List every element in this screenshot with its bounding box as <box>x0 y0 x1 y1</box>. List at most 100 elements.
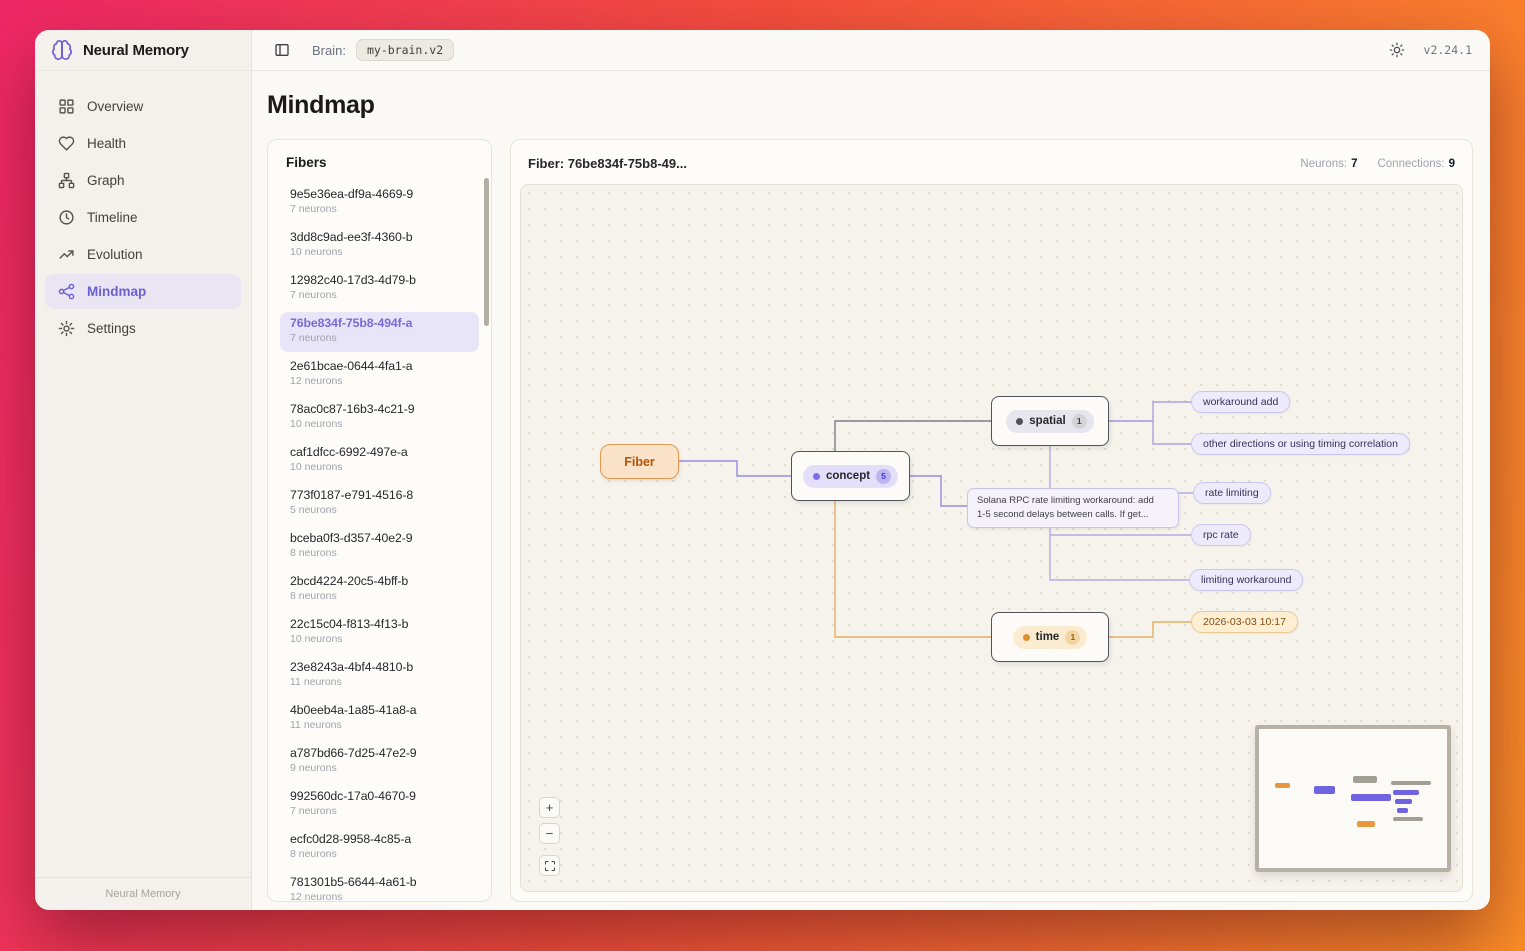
minimap-bar <box>1275 783 1290 788</box>
minimap-bar <box>1353 776 1377 783</box>
sidebar-item-mindmap[interactable]: Mindmap <box>45 274 241 309</box>
app-title: Neural Memory <box>83 41 189 59</box>
zoom-out-button[interactable]: − <box>539 823 560 844</box>
grid-icon <box>59 99 74 114</box>
sidebar-item-health[interactable]: Health <box>45 126 241 161</box>
sidebar-item-timeline[interactable]: Timeline <box>45 200 241 235</box>
time-node[interactable]: time 1 <box>991 612 1109 662</box>
concept-pill: concept 5 <box>802 464 899 488</box>
maximize-icon <box>544 860 555 871</box>
fiber-root-node[interactable]: Fiber <box>600 444 679 479</box>
spatial-node[interactable]: spatial 1 <box>991 396 1109 446</box>
concept-label: concept <box>825 470 871 482</box>
fiber-item[interactable]: 2bcd4224-20c5-4bff-b 8 neurons <box>280 570 479 610</box>
leaf-node[interactable]: workaround add <box>1191 391 1291 413</box>
fiber-item[interactable]: 9e5e36ea-df9a-4669-9 7 neurons <box>280 183 479 223</box>
fiber-neuron-count: 9 neurons <box>290 762 337 774</box>
connections-stat: Connections: 9 <box>1377 158 1455 170</box>
sidebar-item-evolution[interactable]: Evolution <box>45 237 241 272</box>
logo: Neural Memory <box>35 30 251 71</box>
sun-icon <box>1389 42 1404 58</box>
fiber-item[interactable]: 4b0eeb4a-1a85-41a8-a 11 neurons <box>280 699 479 739</box>
leaf-node[interactable]: rpc rate <box>1191 524 1251 546</box>
time-pill: time 1 <box>1012 625 1088 649</box>
panels-row: Fibers 9e5e36ea-df9a-4669-9 7 neurons 3dd8… <box>267 139 1473 902</box>
fiber-item[interactable]: 773f0187-e791-4516-8 5 neurons <box>280 484 479 524</box>
minimap[interactable] <box>1255 725 1451 872</box>
fiber-neuron-count: 7 neurons <box>290 332 337 344</box>
fiber-neuron-count: 10 neurons <box>290 418 343 430</box>
fiber-item[interactable]: 78ac0c87-16b3-4c21-9 10 neurons <box>280 398 479 438</box>
spatial-count-badge: 1 <box>1071 413 1087 429</box>
fiber-item[interactable]: 76be834f-75b8-494f-a 7 neurons <box>280 312 479 352</box>
sidebar-item-label: Timeline <box>87 210 138 225</box>
fiber-item[interactable]: 23e8243a-4bf4-4810-b 11 neurons <box>280 656 479 696</box>
fiber-neuron-count: 7 neurons <box>290 805 337 817</box>
panel-left-icon <box>275 44 289 56</box>
sidebar-footer: Neural Memory <box>35 877 251 910</box>
main-area: Brain: my-brain.v2 v2.24.1 Mindmap Fiber… <box>252 30 1490 910</box>
fiber-id: 22c15c04-f813-4f13-b <box>290 617 409 631</box>
sidebar-item-label: Overview <box>87 99 144 114</box>
fiber-item[interactable]: a787bd66-7d25-47e2-9 9 neurons <box>280 742 479 782</box>
scrollbar-thumb[interactable] <box>484 178 489 326</box>
leaf-node[interactable]: limiting workaround <box>1189 569 1304 591</box>
minimap-bar <box>1314 786 1335 794</box>
fiber-item[interactable]: 781301b5-6644-4a61-b 12 neurons <box>280 871 479 902</box>
minimap-bar <box>1395 799 1412 804</box>
fiber-item[interactable]: caf1dfcc-6992-497e-a 10 neurons <box>280 441 479 481</box>
fiber-id: 9e5e36ea-df9a-4669-9 <box>290 187 414 201</box>
sidebar-toggle-button[interactable] <box>270 38 294 62</box>
mindmap-header: Fiber: 76be834f-75b8-49... Neurons: 7 Con… <box>520 149 1463 184</box>
fiber-item[interactable]: ecfc0d28-9958-4c85-a 8 neurons <box>280 828 479 868</box>
fiber-neuron-count: 7 neurons <box>290 203 337 215</box>
mindmap-canvas[interactable]: Fiber concept 5 spatial 1 time 1 Solana … <box>520 184 1463 892</box>
neurons-stat: Neurons: 7 <box>1300 158 1357 170</box>
minimap-bar <box>1393 817 1423 821</box>
fiber-item[interactable]: 2e61bcae-0644-4fa1-a 12 neurons <box>280 355 479 395</box>
sidebar-nav: Overview Health Graph Timeline Evolution… <box>35 71 251 877</box>
leaf-node-timestamp[interactable]: 2026-03-03 10:17 <box>1191 611 1298 633</box>
fiber-item[interactable]: 3dd8c9ad-ee3f-4360-b 10 neurons <box>280 226 479 266</box>
fiber-id: 76be834f-75b8-494f-a <box>290 316 413 330</box>
spatial-pill: spatial 1 <box>1006 409 1094 433</box>
fiber-neuron-count: 11 neurons <box>290 676 342 688</box>
mindmap-panel: Fiber: 76be834f-75b8-49... Neurons: 7 Con… <box>510 139 1473 902</box>
brain-logo-icon <box>52 40 72 60</box>
fiber-neuron-count: 10 neurons <box>290 461 343 473</box>
fiber-neuron-count: 12 neurons <box>290 891 343 902</box>
fiber-item[interactable]: 22c15c04-f813-4f13-b 10 neurons <box>280 613 479 653</box>
fiber-id: caf1dfcc-6992-497e-a <box>290 445 408 459</box>
fiber-id: 773f0187-e791-4516-8 <box>290 488 414 502</box>
neurons-stat-label: Neurons: <box>1300 157 1348 170</box>
fiber-id: 3dd8c9ad-ee3f-4360-b <box>290 230 413 244</box>
heart-icon <box>58 136 75 151</box>
concept-node[interactable]: concept 5 <box>791 451 910 501</box>
fiber-id: 4b0eeb4a-1a85-41a8-a <box>290 703 417 717</box>
leaf-node[interactable]: other directions or using timing correla… <box>1191 433 1410 455</box>
sidebar-item-label: Settings <box>87 321 136 336</box>
fiber-neuron-count: 8 neurons <box>290 547 337 559</box>
fiber-neuron-count: 7 neurons <box>290 289 337 301</box>
fiber-id: 12982c40-17d3-4d79-b <box>290 273 416 287</box>
mindmap-stats: Neurons: 7 Connections: 9 <box>1300 158 1455 170</box>
fiber-item[interactable]: 12982c40-17d3-4d79-b 7 neurons <box>280 269 479 309</box>
fiber-item[interactable]: 992560dc-17a0-4670-9 7 neurons <box>280 785 479 825</box>
gear-icon <box>58 320 75 337</box>
spatial-dot-icon <box>1016 417 1024 425</box>
sidebar-item-graph[interactable]: Graph <box>45 163 241 198</box>
connections-stat-label: Connections: <box>1377 157 1445 170</box>
fiber-item[interactable]: bceba0f3-d357-40e2-9 8 neurons <box>280 527 479 567</box>
sidebar-item-label: Evolution <box>87 247 143 262</box>
leaf-node[interactable]: rate limiting <box>1193 482 1271 504</box>
note-line-2: 1-5 second delays between calls. If get.… <box>977 508 1149 520</box>
zoom-in-button[interactable]: + <box>539 797 560 818</box>
sidebar-item-overview[interactable]: Overview <box>45 89 241 124</box>
fiber-neuron-count: 12 neurons <box>290 375 343 387</box>
note-node[interactable]: Solana RPC rate limiting workaround: add… <box>967 488 1179 528</box>
spatial-label: spatial <box>1029 415 1066 427</box>
theme-toggle-button[interactable] <box>1386 39 1408 61</box>
fullscreen-button[interactable] <box>539 855 560 876</box>
sidebar-item-settings[interactable]: Settings <box>45 311 241 346</box>
concept-dot-icon <box>812 472 820 480</box>
